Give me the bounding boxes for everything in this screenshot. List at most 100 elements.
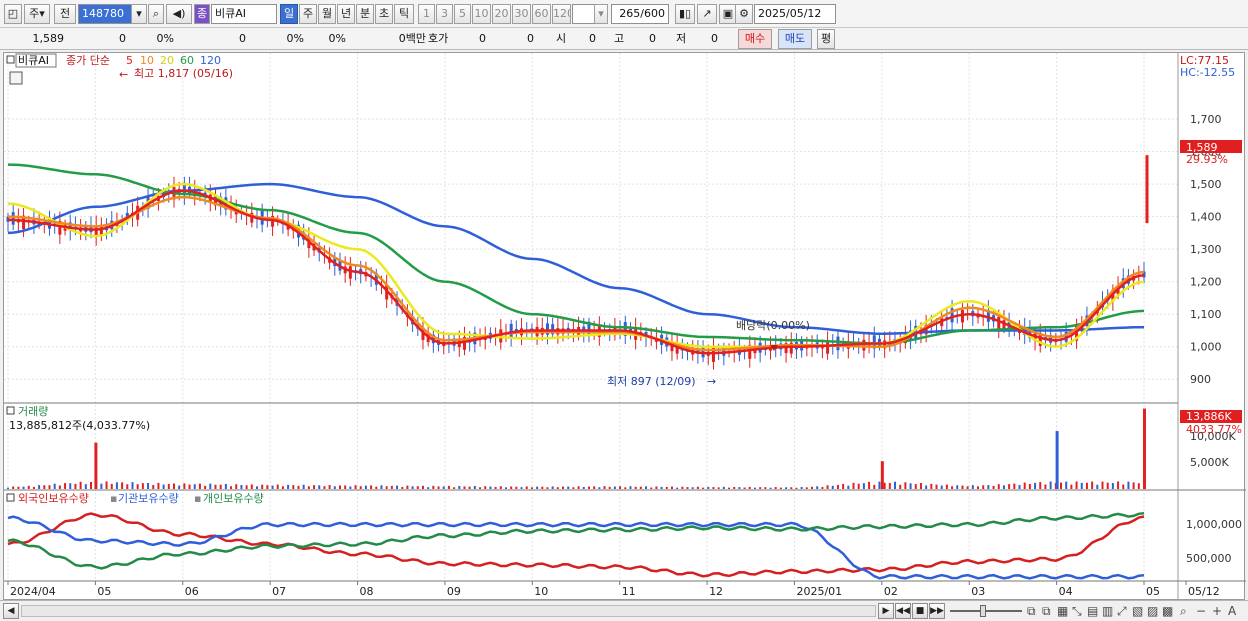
- prev-button[interactable]: 전: [54, 4, 76, 24]
- chart-tool-6-icon[interactable]: ▥: [1102, 603, 1113, 619]
- volume-bar: [380, 485, 383, 489]
- stock-chart-svg[interactable]: 비큐AI 종가 단순 5 10 20 60 120 ← 최고 1,817 (05…: [4, 53, 1246, 601]
- volume-bar: [1101, 481, 1104, 489]
- volume-bar: [489, 486, 492, 489]
- volume-bar: [411, 486, 414, 489]
- interval-10[interactable]: 10: [472, 4, 491, 24]
- volume-bar: [847, 485, 850, 489]
- volume-bar: [292, 485, 295, 489]
- chart-tool-7-icon[interactable]: ⤢: [1117, 603, 1127, 619]
- rewind-icon[interactable]: ◀◀: [895, 603, 911, 619]
- tab-week[interactable]: 주: [299, 4, 317, 24]
- volume-bar: [141, 483, 144, 489]
- horizontal-scrollbar[interactable]: [21, 605, 876, 617]
- volume-bar: [1085, 482, 1088, 489]
- zoom-slider[interactable]: [950, 610, 1022, 612]
- chart-tool-8-icon[interactable]: ▧: [1132, 603, 1143, 619]
- tab-month[interactable]: 월: [318, 4, 336, 24]
- hoga-value2: 0: [527, 32, 534, 45]
- ma-legend-20: 20: [160, 54, 174, 67]
- volume-bar: [639, 486, 642, 489]
- buy-button[interactable]: 매수: [738, 29, 772, 49]
- chart-tool-5-icon[interactable]: ▤: [1087, 603, 1098, 619]
- volume-bar: [613, 486, 616, 489]
- code-dropdown-icon[interactable]: ▾: [131, 4, 147, 24]
- volume-bar: [816, 486, 819, 489]
- volume-bar: [17, 486, 20, 489]
- legend-sep-1: ▪: [110, 492, 117, 505]
- search-icon[interactable]: ⌕: [148, 4, 164, 24]
- stop-icon[interactable]: ■: [912, 603, 928, 619]
- chart-tool-4-icon[interactable]: ⤡: [1072, 603, 1082, 619]
- bar-count-field[interactable]: 265/600: [611, 4, 669, 24]
- volume-bar: [1106, 482, 1109, 489]
- interval-60[interactable]: 60: [532, 4, 551, 24]
- chart-tool-10-icon[interactable]: ▩: [1162, 603, 1173, 619]
- zoom-out-icon[interactable]: −: [1196, 603, 1206, 619]
- volume-bar: [297, 485, 300, 489]
- settings-gear-icon[interactable]: ⚙: [735, 4, 753, 24]
- volume-bar: [811, 486, 814, 489]
- candle-body: [11, 212, 15, 225]
- volume-bar: [271, 485, 274, 489]
- candle-type-icon[interactable]: ▮▯: [675, 4, 695, 24]
- volume-bar: [966, 486, 969, 489]
- chart-tool-9-icon[interactable]: ▨: [1147, 603, 1158, 619]
- chart-tool-1-icon[interactable]: ⧉: [1027, 603, 1036, 619]
- zoom-slider-handle[interactable]: [980, 605, 986, 617]
- sound-icon[interactable]: ◀): [166, 4, 192, 24]
- volume-bar: [406, 485, 409, 489]
- volume-bar: [945, 484, 948, 489]
- interval-5[interactable]: 5: [454, 4, 471, 24]
- volume-bar: [432, 485, 435, 489]
- volume-bar: [660, 486, 663, 489]
- text-tool-icon[interactable]: A: [1228, 603, 1236, 619]
- interval-1[interactable]: 1: [418, 4, 435, 24]
- market-select[interactable]: 주▾: [24, 4, 50, 24]
- ma-legend-10: 10: [140, 54, 154, 67]
- tab-tick[interactable]: 틱: [394, 4, 414, 24]
- price-tick-label: 1,100: [1190, 308, 1222, 321]
- zoom-search-icon[interactable]: ⌕: [1180, 603, 1187, 619]
- xaxis-label: 02: [884, 585, 898, 598]
- avg-button[interactable]: 평: [817, 29, 835, 49]
- volume-bar: [473, 486, 476, 489]
- chart-area[interactable]: 비큐AI 종가 단순 5 10 20 60 120 ← 최고 1,817 (05…: [3, 52, 1246, 601]
- grid-toggle-icon[interactable]: [9, 71, 23, 85]
- volume-value: 13,885,812주(4,033.77%): [9, 419, 150, 432]
- volume-bar: [131, 482, 134, 489]
- quote-value2-rate: 0%: [328, 32, 346, 45]
- interval-120[interactable]: 120: [552, 4, 571, 24]
- volume-bar: [1132, 482, 1135, 489]
- forward-icon[interactable]: ▶▶: [929, 603, 945, 619]
- sell-button[interactable]: 매도: [778, 29, 812, 49]
- volume-bar: [530, 487, 533, 489]
- scroll-left-icon[interactable]: ◀: [3, 603, 19, 619]
- volume-bar: [504, 487, 507, 489]
- zoom-in-icon[interactable]: +: [1212, 603, 1222, 619]
- volume-bar: [904, 482, 907, 489]
- interval-30[interactable]: 30: [512, 4, 531, 24]
- xaxis-label: 11: [622, 585, 636, 598]
- interval-20[interactable]: 20: [492, 4, 511, 24]
- tab-second[interactable]: 초: [375, 4, 393, 24]
- volume-bar: [84, 484, 87, 489]
- interval-dropdown-icon[interactable]: ▾: [594, 4, 608, 24]
- chart-tool-2-icon[interactable]: ⧉: [1042, 603, 1051, 619]
- low-label: 저: [676, 32, 687, 45]
- tab-minute[interactable]: 분: [356, 4, 374, 24]
- draw-tool-icon[interactable]: ↗: [697, 4, 717, 24]
- ma-legend-prefix: 종가 단순: [66, 54, 110, 67]
- open-label: 시: [556, 32, 567, 45]
- tab-year[interactable]: 년: [337, 4, 355, 24]
- interval-3[interactable]: 3: [436, 4, 453, 24]
- scroll-right-icon[interactable]: ▶: [878, 603, 894, 619]
- volume-bar: [676, 487, 679, 489]
- stock-name-field[interactable]: 비큐AI: [211, 4, 277, 24]
- volume-bar: [188, 484, 191, 489]
- chart-tool-3-icon[interactable]: ▦: [1057, 603, 1068, 619]
- date-field[interactable]: 2025/05/12: [754, 4, 836, 24]
- tab-day[interactable]: 일: [280, 4, 298, 24]
- volume-bar: [447, 485, 450, 489]
- window-menu-icon[interactable]: ◰: [4, 4, 22, 24]
